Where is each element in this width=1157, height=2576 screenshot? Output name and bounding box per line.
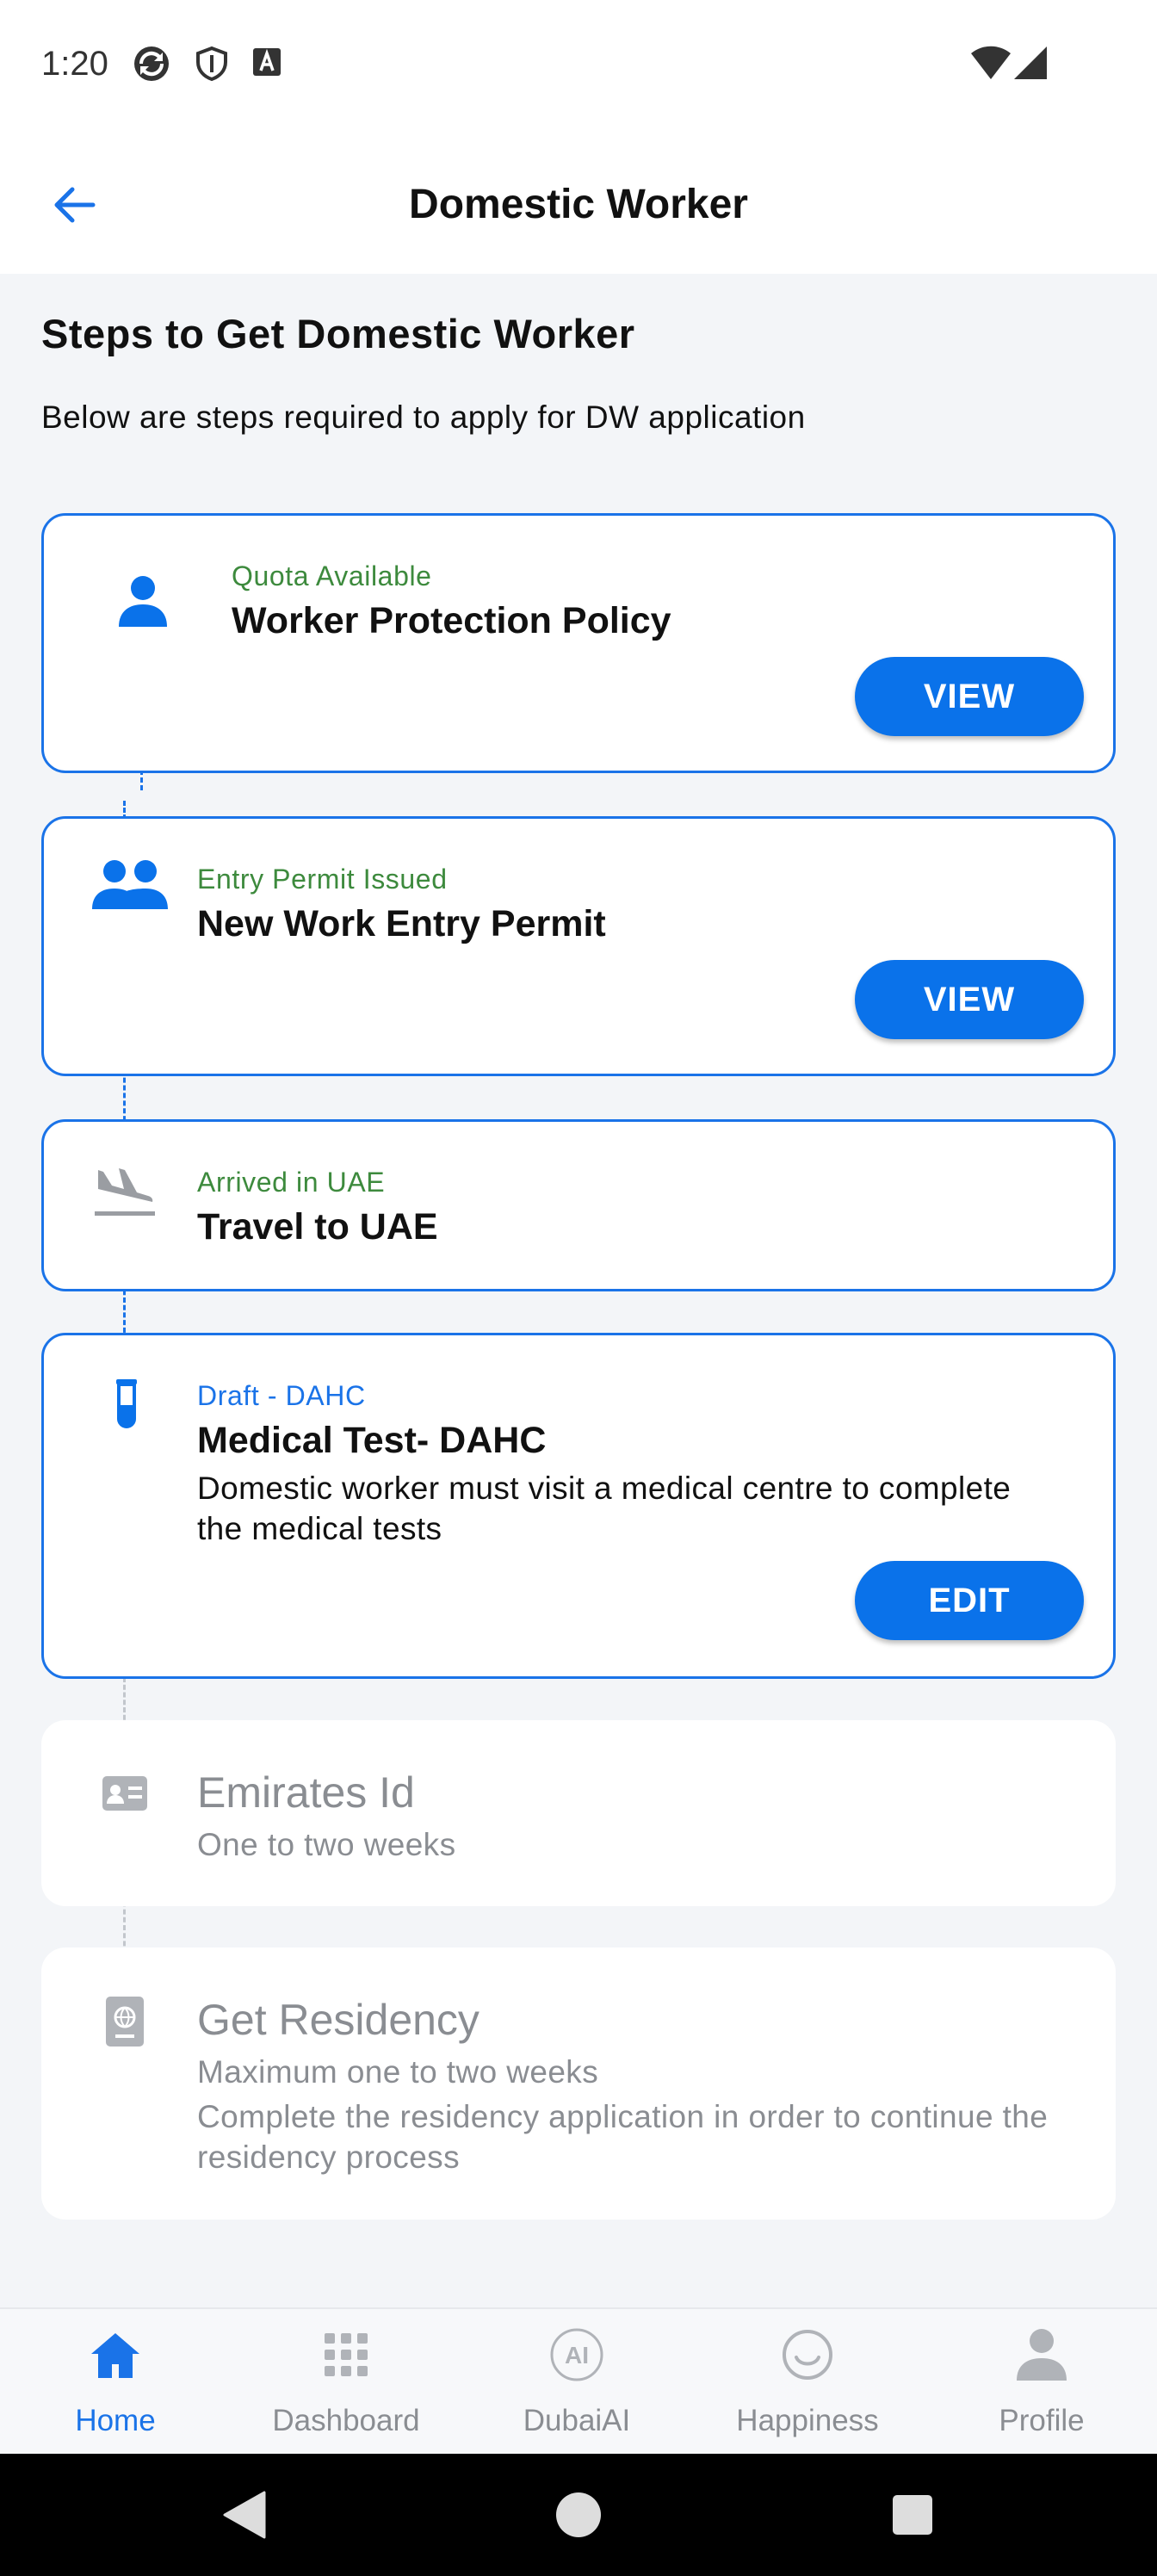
nav-item-dubaiai[interactable]: AI DubaiAI [461, 2309, 692, 2455]
step-status: Quota Available [232, 560, 432, 591]
view-button[interactable]: VIEW [855, 960, 1084, 1039]
edit-button[interactable]: EDIT [855, 1561, 1084, 1640]
nav-label: Profile [999, 2404, 1085, 2437]
section-subtitle: Below are steps required to apply for DW… [41, 399, 806, 435]
grid-icon [316, 2325, 376, 2385]
people-icon [90, 857, 170, 913]
bottom-navigation: Home Dashboard AI DubaiAI Happiness Prof… [0, 2307, 1157, 2454]
step-title: Travel to UAE [197, 1206, 438, 1248]
system-back-icon[interactable] [213, 2485, 274, 2545]
nav-label: DubaiAI [523, 2404, 631, 2437]
step-title: Get Residency [197, 1996, 480, 2044]
system-home-icon[interactable] [548, 2485, 609, 2545]
smiley-icon [777, 2325, 838, 2385]
nav-label: Happiness [736, 2404, 879, 2437]
step-title: Worker Protection Policy [232, 600, 671, 641]
step-card-get-residency: Get Residency Maximum one to two weeks C… [41, 1947, 1116, 2220]
app-header: Domestic Worker [0, 138, 1157, 274]
page-title: Domestic Worker [409, 182, 748, 227]
step-card-new-work-entry-permit: Entry Permit Issued New Work Entry Permi… [41, 816, 1116, 1076]
status-time: 1:20 [41, 45, 108, 83]
ai-icon: AI [547, 2325, 607, 2385]
id-card-icon [101, 1773, 149, 1814]
section-title: Steps to Get Domestic Worker [41, 311, 635, 356]
test-tube-icon [106, 1377, 147, 1432]
step-status: Entry Permit Issued [197, 864, 448, 895]
airplane-landing-icon [92, 1163, 158, 1220]
step-card-worker-protection-policy: Quota Available Worker Protection Policy… [41, 513, 1116, 773]
svg-text:AI: AI [565, 2342, 589, 2369]
nav-item-home[interactable]: Home [0, 2309, 231, 2455]
shield-icon [193, 45, 231, 83]
wifi-icon [969, 43, 1012, 81]
cellular-signal-icon [1012, 45, 1050, 83]
step-status: Arrived in UAE [197, 1167, 386, 1198]
passport-icon [104, 1995, 145, 2048]
nav-item-dashboard[interactable]: Dashboard [231, 2309, 461, 2455]
sync-icon [133, 45, 170, 83]
step-card-medical-test: Draft - DAHC Medical Test- DAHC Domestic… [41, 1333, 1116, 1679]
person-icon [1012, 2325, 1072, 2385]
step-status: Draft - DAHC [197, 1380, 366, 1411]
font-icon [250, 45, 288, 83]
step-card-travel-to-uae: Arrived in UAE Travel to UAE [41, 1119, 1116, 1291]
status-bar: 1:20 [0, 0, 1157, 138]
step-card-emirates-id: Emirates Id One to two weeks [41, 1720, 1116, 1906]
home-icon [85, 2325, 145, 2385]
nav-label: Home [75, 2404, 156, 2437]
step-title: Medical Test- DAHC [197, 1420, 547, 1461]
system-navigation-bar [0, 2454, 1157, 2576]
nav-label: Dashboard [272, 2404, 420, 2437]
person-icon [114, 573, 171, 629]
step-title: New Work Entry Permit [197, 903, 606, 944]
step-description: Complete the residency application in or… [197, 2099, 1049, 2175]
view-button[interactable]: VIEW [855, 657, 1084, 736]
step-subtitle: Maximum one to two weeks [197, 2054, 599, 2090]
nav-item-happiness[interactable]: Happiness [692, 2309, 923, 2455]
system-recents-icon[interactable] [882, 2485, 943, 2545]
step-title: Emirates Id [197, 1768, 415, 1817]
nav-item-profile[interactable]: Profile [926, 2309, 1157, 2455]
step-description: Domestic worker must visit a medical cen… [197, 1471, 1012, 1546]
step-subtitle: One to two weeks [197, 1827, 456, 1862]
